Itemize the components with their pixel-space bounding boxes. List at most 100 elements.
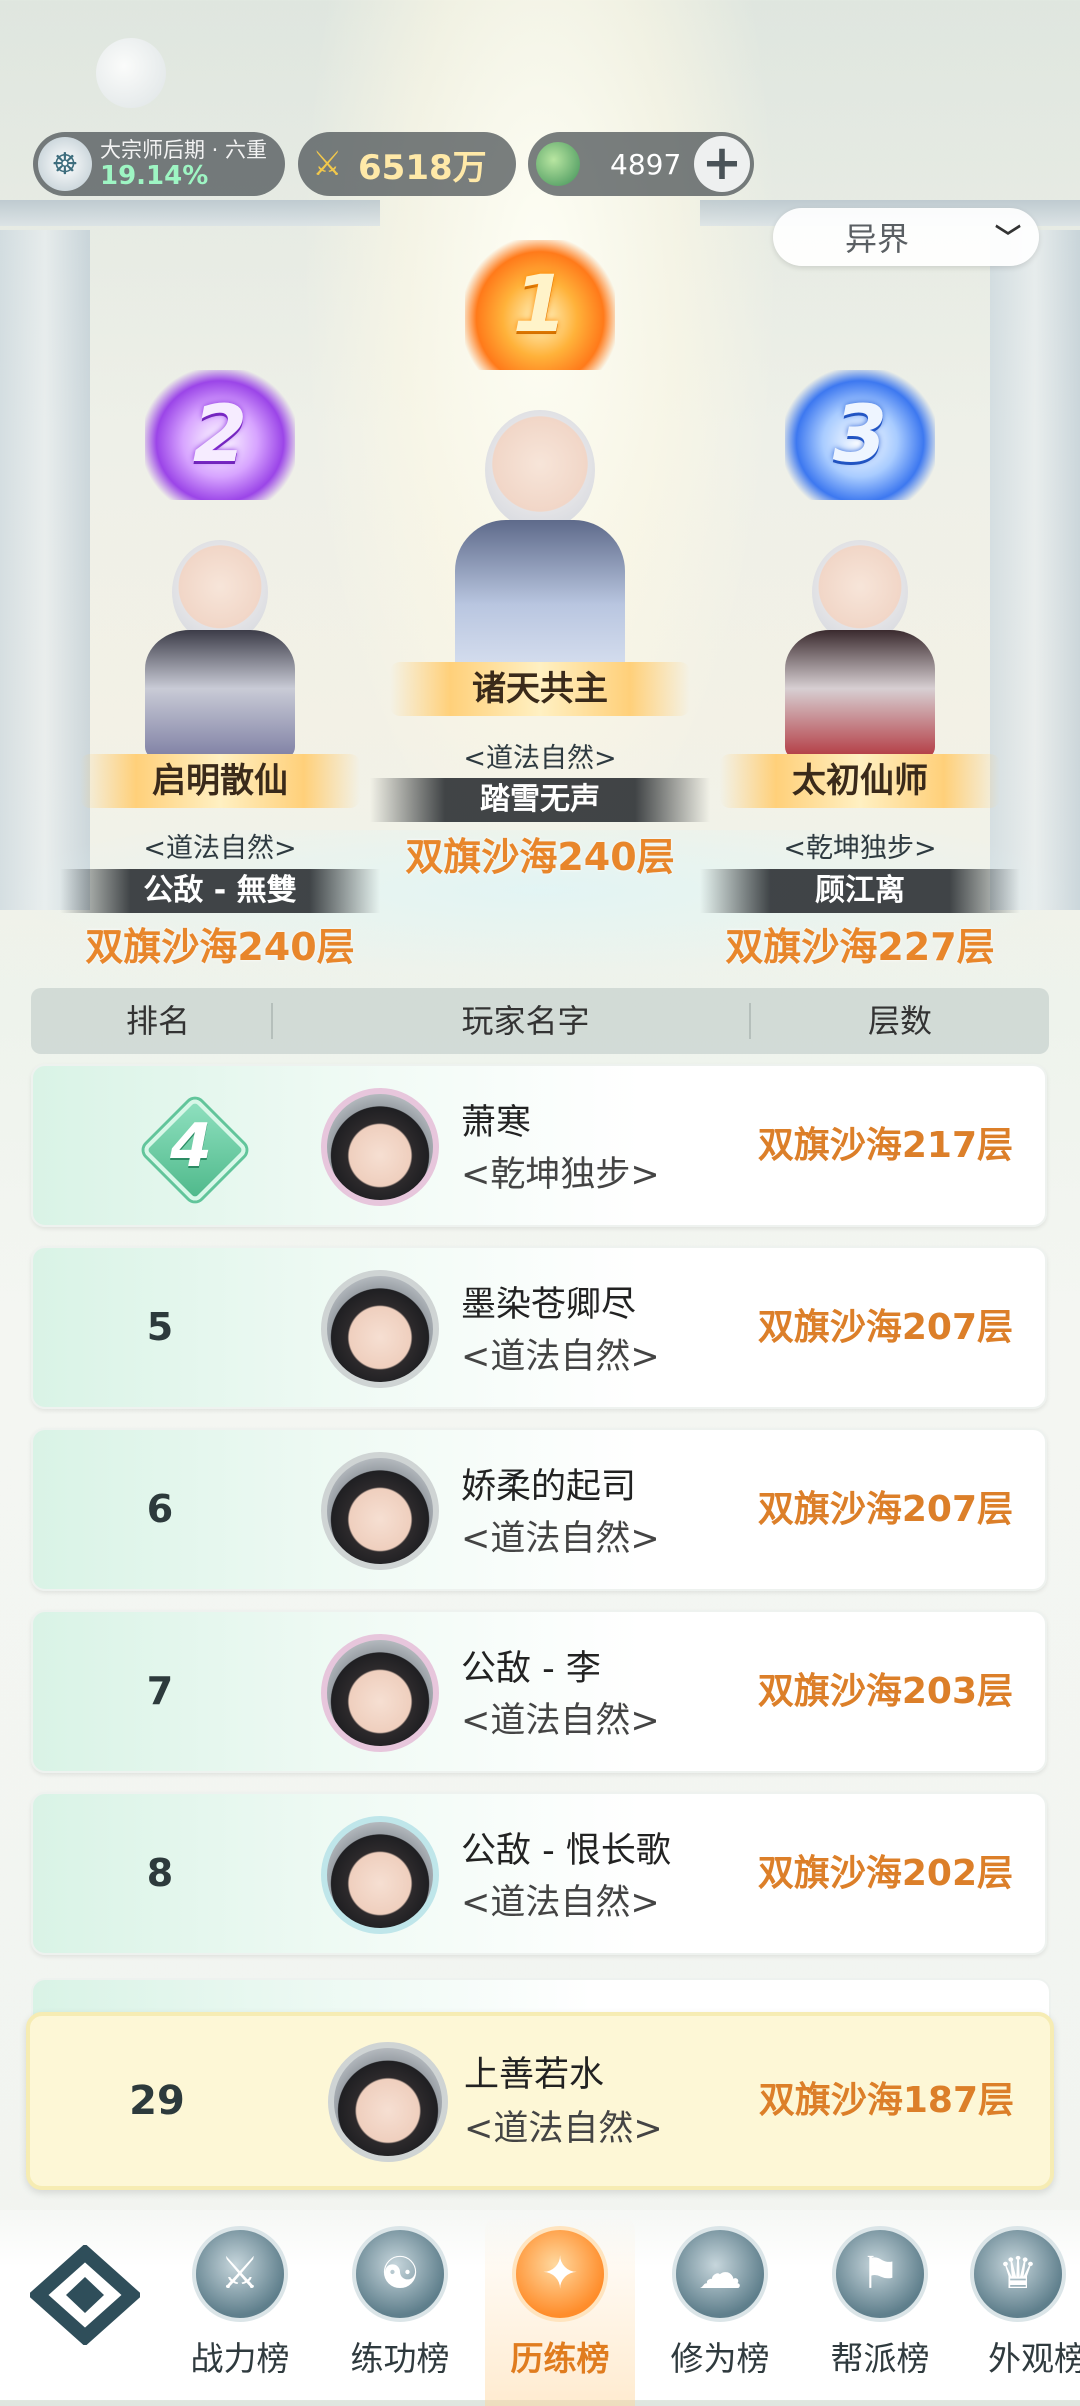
realm-level: 大宗师后期 · 六重 <box>100 138 268 162</box>
rank-3-character-body <box>785 630 935 760</box>
region-select-value: 异界 <box>845 220 910 258</box>
player-sect: <道法自然> <box>461 1519 660 1559</box>
nav-item-training[interactable]: ☯ 练功榜 <box>325 2226 475 2406</box>
leaderboard-row[interactable]: 4 萧寒 <乾坤独步> 双旗沙海217层 <box>31 1064 1047 1227</box>
leaderboard-row[interactable]: 6 娇柔的起司 <道法自然> 双旗沙海207层 <box>31 1428 1047 1591</box>
rank-3-character-head <box>812 540 908 644</box>
gold-ingot-icon: ⚔ <box>312 144 343 184</box>
add-currency-button[interactable]: + <box>694 136 750 192</box>
player-avatar[interactable] <box>321 1452 439 1570</box>
chevron-down-icon: ﹀ <box>994 224 1021 254</box>
rank-1-player-name: 踏雪无声 <box>370 778 710 822</box>
my-sect: <道法自然> <box>464 2109 663 2149</box>
nav-label: 练功榜 <box>350 2339 450 2378</box>
gold-pill[interactable]: ⚔ 6518万 <box>298 132 516 196</box>
realm-info: 大宗师后期 · 六重 19.14% <box>100 138 267 190</box>
player-avatar[interactable] <box>321 1634 439 1752</box>
rank-3-floor: 双旗沙海227层 <box>725 925 995 969</box>
rank-2-player-name: 公敌 - 無雙 <box>60 869 380 913</box>
rank-1-character-head <box>485 410 595 530</box>
rank-3-player-name: 顾江离 <box>700 869 1020 913</box>
player-avatar[interactable] <box>321 1088 439 1206</box>
jade-coin-icon <box>536 142 580 186</box>
roof-beam-left <box>0 200 380 226</box>
nav-label: 战力榜 <box>190 2339 290 2378</box>
nav-label: 帮派榜 <box>830 2339 930 2378</box>
nav-item-power[interactable]: ⚔ 战力榜 <box>165 2226 315 2406</box>
menu-logo-button[interactable] <box>27 2243 143 2347</box>
realm-progress: 19.14% <box>100 161 209 191</box>
rank-1-badge: 1 <box>465 240 615 370</box>
realm-pill[interactable]: ☸ 大宗师后期 · 六重 19.14% <box>33 132 285 196</box>
rank-2-badge: 2 <box>145 370 295 500</box>
rank-2-character-body <box>145 630 295 760</box>
nav-item-appearance[interactable]: ♛ 外观榜 <box>960 2226 1080 2406</box>
player-avatar[interactable] <box>321 1816 439 1934</box>
pillar-left <box>0 230 90 910</box>
nav-item-cultivation[interactable]: ☁ 修为榜 <box>645 2226 795 2406</box>
row-rank: 5 <box>146 1305 174 1349</box>
swords-icon: ⚔ <box>192 2226 288 2322</box>
my-avatar[interactable] <box>328 2042 448 2162</box>
row-rank: 8 <box>146 1851 174 1895</box>
rank-3-badge: 3 <box>785 370 935 500</box>
leaderboard-header: 排名 玩家名字 层数 <box>31 988 1049 1054</box>
leaderboard-row[interactable]: 5 墨染苍卿尽 <道法自然> 双旗沙海207层 <box>31 1246 1047 1409</box>
my-rank-row[interactable]: 29 上善若水 <道法自然> 双旗沙海187层 <box>26 2012 1054 2190</box>
moon-decoration <box>96 38 166 108</box>
player-floor: 双旗沙海203层 <box>757 1671 1013 1712</box>
player-name: 公敌 - 恨长歌 <box>461 1831 671 1871</box>
header-player-name: 玩家名字 <box>461 1002 590 1040</box>
costume-icon: ♛ <box>970 2226 1066 2322</box>
row-rank: 6 <box>146 1487 174 1531</box>
pillar-right <box>990 230 1080 910</box>
rank-3-title: 太初仙师 <box>720 754 1000 808</box>
nav-label: 历练榜 <box>510 2339 610 2378</box>
rank-1-title: 诸天共主 <box>390 662 690 716</box>
gold-amount: 6518万 <box>358 147 487 188</box>
my-name: 上善若水 <box>464 2055 605 2095</box>
my-rank: 29 <box>129 2078 185 2124</box>
rank-2-character-head <box>172 540 268 644</box>
jade-amount: 4897 <box>610 147 682 181</box>
player-sect: <道法自然> <box>461 1883 660 1923</box>
leaderboard-row[interactable]: 8 公敌 - 恨长歌 <道法自然> 双旗沙海202层 <box>31 1792 1047 1955</box>
nav-label: 修为榜 <box>670 2339 770 2378</box>
header-rank: 排名 <box>125 1002 190 1040</box>
player-floor: 双旗沙海207层 <box>757 1307 1013 1348</box>
rank-3-character[interactable] <box>760 530 960 760</box>
cloud-hat-icon: ☁ <box>672 2226 768 2322</box>
player-name: 公敌 - 李 <box>461 1649 601 1689</box>
rank-2-title: 启明散仙 <box>80 754 360 808</box>
rank-1-character[interactable] <box>430 390 650 690</box>
rank-4-badge: 4 <box>141 1096 249 1204</box>
realm-avatar-icon: ☸ <box>38 137 92 191</box>
rank-1-floor: 双旗沙海240层 <box>405 835 675 879</box>
yin-yang-icon: ☯ <box>352 2226 448 2322</box>
player-floor: 双旗沙海217层 <box>757 1125 1013 1166</box>
rank-1-sect: <道法自然> <box>463 743 617 774</box>
banner-icon: ⚑ <box>832 2226 928 2322</box>
row-rank: 7 <box>146 1669 174 1713</box>
player-avatar[interactable] <box>321 1270 439 1388</box>
player-name: 墨染苍卿尽 <box>461 1285 637 1325</box>
player-sect: <乾坤独步> <box>461 1155 660 1195</box>
rank-1-number: 1 <box>512 260 568 350</box>
diamond-logo-icon <box>27 2243 143 2347</box>
region-select[interactable]: 异界 ﹀ <box>773 208 1039 266</box>
rank-3-number: 3 <box>832 390 888 480</box>
leaderboard-row[interactable]: 7 公敌 - 李 <道法自然> 双旗沙海203层 <box>31 1610 1047 1773</box>
nav-item-experience[interactable]: ✦ 历练榜 <box>485 2216 635 2406</box>
header-floor: 层数 <box>867 1002 932 1040</box>
player-floor: 双旗沙海207层 <box>757 1489 1013 1530</box>
row-rank: 4 <box>170 1111 212 1181</box>
rank-2-floor: 双旗沙海240层 <box>85 925 355 969</box>
rank-2-character[interactable] <box>120 530 320 760</box>
jade-pill[interactable]: 4897 + <box>528 132 754 196</box>
nav-item-guild[interactable]: ⚑ 帮派榜 <box>805 2226 955 2406</box>
player-sect: <道法自然> <box>461 1701 660 1741</box>
star-compass-icon: ✦ <box>512 2226 608 2322</box>
player-name: 娇柔的起司 <box>461 1467 637 1507</box>
rank-2-sect: <道法自然> <box>143 833 297 864</box>
rank-3-sect: <乾坤独步> <box>783 833 937 864</box>
